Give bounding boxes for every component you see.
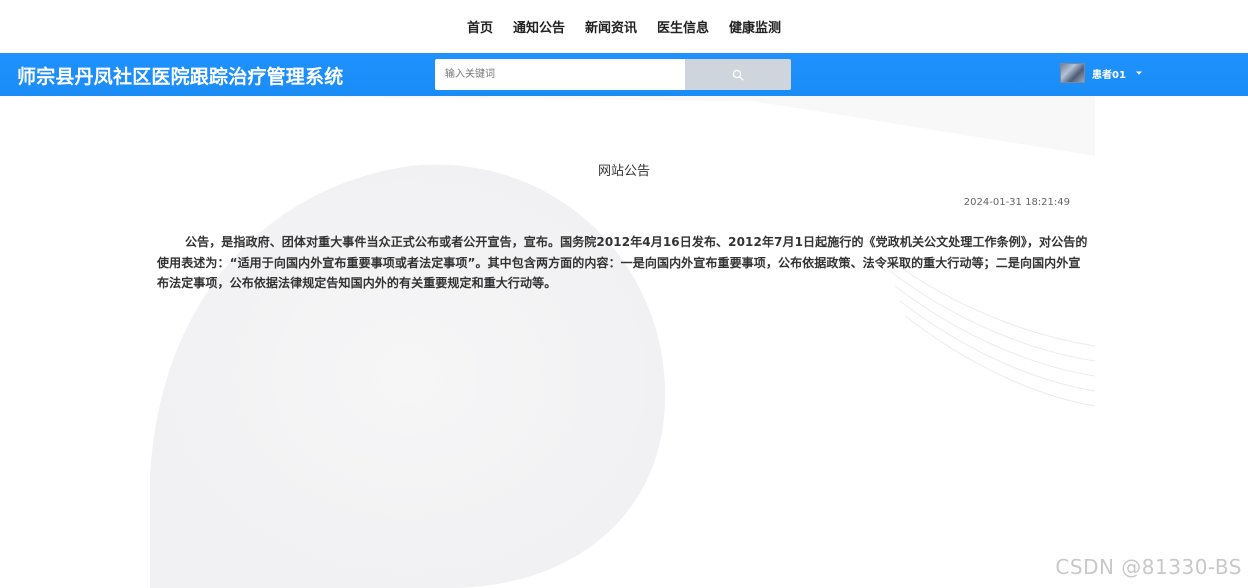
avatar bbox=[1060, 63, 1085, 83]
nav-item-home[interactable]: 首页 bbox=[467, 17, 493, 36]
caret-down-icon bbox=[1135, 71, 1142, 75]
nav-item-notices[interactable]: 通知公告 bbox=[513, 17, 565, 36]
user-name: 患者01 bbox=[1092, 69, 1126, 81]
site-title: 师宗县丹凤社区医院跟踪治疗管理系统 bbox=[17, 66, 344, 88]
nav-item-doctors[interactable]: 医生信息 bbox=[657, 17, 709, 36]
watermark: CSDN @81330-BS bbox=[1055, 555, 1242, 579]
search-button[interactable] bbox=[685, 59, 791, 90]
notice-title: 网站公告 bbox=[597, 164, 650, 179]
search-icon bbox=[732, 69, 744, 80]
search-input[interactable] bbox=[435, 59, 685, 90]
nav-item-news[interactable]: 新闻资讯 bbox=[585, 17, 637, 36]
nav-item-health-monitoring[interactable]: 健康监测 bbox=[729, 17, 781, 36]
notice-timestamp: 2024-01-31 18:21:49 bbox=[963, 197, 1070, 208]
header-bar: 师宗县丹凤社区医院跟踪治疗管理系统 患者01 bbox=[0, 53, 1248, 96]
user-menu[interactable]: 患者01 bbox=[1060, 59, 1143, 87]
notice-content: 公告，是指政府、团体对重大事件当众正式公布或者公开宣告，宣布。国务院2012年4… bbox=[157, 235, 1088, 290]
top-navigation: 首页 通知公告 新闻资讯 医生信息 健康监测 bbox=[0, 0, 1248, 53]
